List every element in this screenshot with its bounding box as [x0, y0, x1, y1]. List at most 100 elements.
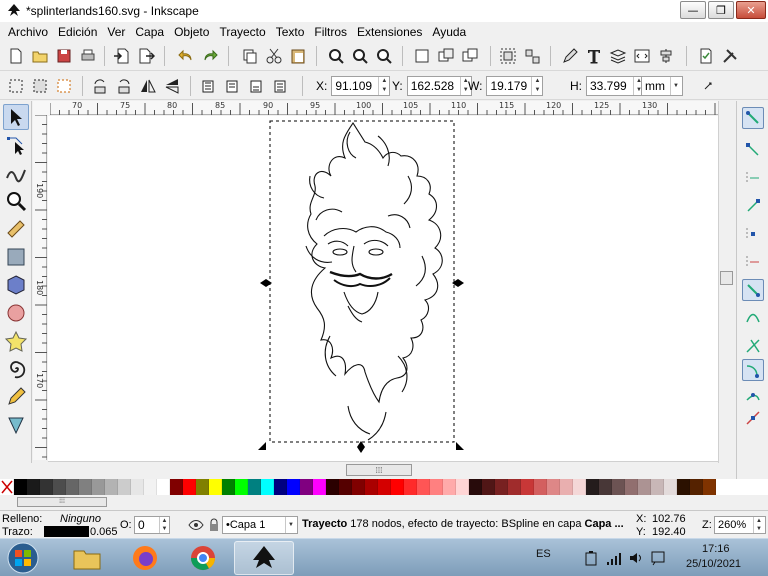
color-swatch[interactable] [40, 479, 53, 495]
width-spin-arrows[interactable]: ▲ ▼ [531, 77, 542, 95]
layers-button[interactable] [608, 46, 628, 66]
color-swatch[interactable] [92, 479, 105, 495]
opacity-input[interactable] [135, 517, 159, 533]
lower-to-bottom-button[interactable] [270, 76, 290, 96]
3d-box-tool[interactable] [3, 272, 29, 298]
zoom-page-button[interactable] [374, 46, 394, 66]
raise-button[interactable] [222, 76, 242, 96]
taskbar-explorer[interactable] [58, 541, 116, 575]
color-swatch[interactable] [170, 479, 183, 495]
menu-archivo[interactable]: Archivo [3, 25, 53, 39]
export-button[interactable] [136, 46, 156, 66]
document-properties-button[interactable] [696, 46, 716, 66]
no-paint-swatch[interactable] [0, 479, 14, 495]
color-swatch[interactable] [677, 479, 690, 495]
menu-texto[interactable]: Texto [271, 25, 310, 39]
taskbar-firefox[interactable] [116, 541, 174, 575]
maximize-button[interactable]: ❐ [708, 1, 734, 19]
align-button[interactable] [656, 46, 676, 66]
color-swatch[interactable] [508, 479, 521, 495]
snap-bbox-button[interactable] [742, 139, 764, 161]
color-swatch[interactable] [326, 479, 339, 495]
color-swatch[interactable] [534, 479, 547, 495]
color-swatch[interactable] [573, 479, 586, 495]
fill-value[interactable]: Ninguno [60, 513, 101, 525]
ellipse-tool[interactable] [3, 300, 29, 326]
color-swatch[interactable] [144, 479, 157, 495]
color-swatch[interactable] [14, 479, 27, 495]
color-swatch[interactable] [560, 479, 573, 495]
lower-button[interactable] [246, 76, 266, 96]
color-swatch[interactable] [352, 479, 365, 495]
color-swatch[interactable] [274, 479, 287, 495]
menu-capa[interactable]: Capa [130, 25, 169, 39]
palette-scroll-thumb[interactable]: ⁞⁞⁞ [17, 497, 107, 507]
layer-select[interactable]: •Capa 1 ▼ [222, 516, 298, 534]
preferences-button[interactable] [720, 46, 740, 66]
width-input[interactable] [487, 77, 532, 95]
import-button[interactable] [112, 46, 132, 66]
unit-select[interactable]: mm ▼ [641, 76, 683, 96]
wizard-drawing[interactable] [305, 121, 443, 441]
color-swatch[interactable] [79, 479, 92, 495]
transform-options-button[interactable] [700, 76, 720, 96]
color-swatch[interactable] [378, 479, 391, 495]
clock-time[interactable]: 17:16 [702, 543, 730, 555]
handle-bottom-right[interactable] [456, 442, 464, 450]
taskbar-inkscape[interactable] [234, 541, 294, 575]
fill-stroke-button[interactable] [560, 46, 580, 66]
color-swatch[interactable] [53, 479, 66, 495]
menu-ayuda[interactable]: Ayuda [427, 25, 471, 39]
color-swatch[interactable] [404, 479, 417, 495]
rectangle-tool[interactable] [3, 244, 29, 270]
spiral-tool[interactable] [3, 356, 29, 382]
x-input[interactable] [332, 77, 379, 95]
color-swatch[interactable] [469, 479, 482, 495]
color-swatch[interactable] [300, 479, 313, 495]
horizontal-scroll-thumb[interactable]: ⁞⁞⁞ [346, 464, 412, 476]
color-swatch[interactable] [157, 479, 170, 495]
color-swatch[interactable] [664, 479, 677, 495]
color-swatch[interactable] [287, 479, 300, 495]
redo-button[interactable] [200, 46, 220, 66]
select-all-layers-button[interactable] [30, 76, 50, 96]
new-document-button[interactable] [6, 46, 26, 66]
color-swatch[interactable] [27, 479, 40, 495]
color-swatch[interactable] [235, 479, 248, 495]
color-swatch[interactable] [586, 479, 599, 495]
horizontal-scrollbar[interactable]: ⁞⁞⁞ [48, 461, 718, 477]
opacity-spin-arrows[interactable]: ▲ ▼ [159, 517, 169, 533]
color-swatch[interactable] [313, 479, 326, 495]
color-swatch[interactable] [391, 479, 404, 495]
snap-midpoints-button[interactable] [742, 223, 764, 245]
undo-button[interactable] [176, 46, 196, 66]
raise-to-top-button[interactable] [198, 76, 218, 96]
vertical-ruler[interactable]: 190 180 170 [33, 115, 47, 460]
palette-scrollbar[interactable]: ⁞⁞⁞ [0, 495, 768, 509]
color-swatch[interactable] [443, 479, 456, 495]
menu-objeto[interactable]: Objeto [169, 25, 214, 39]
color-swatch[interactable] [456, 479, 469, 495]
minimize-button[interactable]: — [680, 1, 706, 19]
duplicate-button[interactable] [412, 46, 432, 66]
drawing-canvas[interactable] [48, 116, 718, 461]
color-swatch[interactable] [131, 479, 144, 495]
color-swatch[interactable] [248, 479, 261, 495]
menu-extensiones[interactable]: Extensiones [352, 25, 427, 39]
language-indicator[interactable]: ES [536, 548, 551, 560]
snap-intersections-button[interactable] [742, 335, 764, 357]
handle-left[interactable] [260, 279, 272, 287]
color-swatch[interactable] [612, 479, 625, 495]
zoom-tool[interactable] [3, 188, 29, 214]
open-button[interactable] [30, 46, 50, 66]
snap-center-button[interactable] [742, 251, 764, 273]
selector-tool[interactable] [3, 104, 29, 130]
pencil-tool[interactable] [3, 384, 29, 410]
snap-bbox-edges-button[interactable] [742, 167, 764, 189]
color-swatch[interactable] [703, 479, 716, 495]
cut-button[interactable] [264, 46, 284, 66]
save-button[interactable] [54, 46, 74, 66]
color-swatch[interactable] [521, 479, 534, 495]
toggle-layer-visibility[interactable] [186, 515, 206, 535]
menu-edicion[interactable]: Edición [53, 25, 102, 39]
